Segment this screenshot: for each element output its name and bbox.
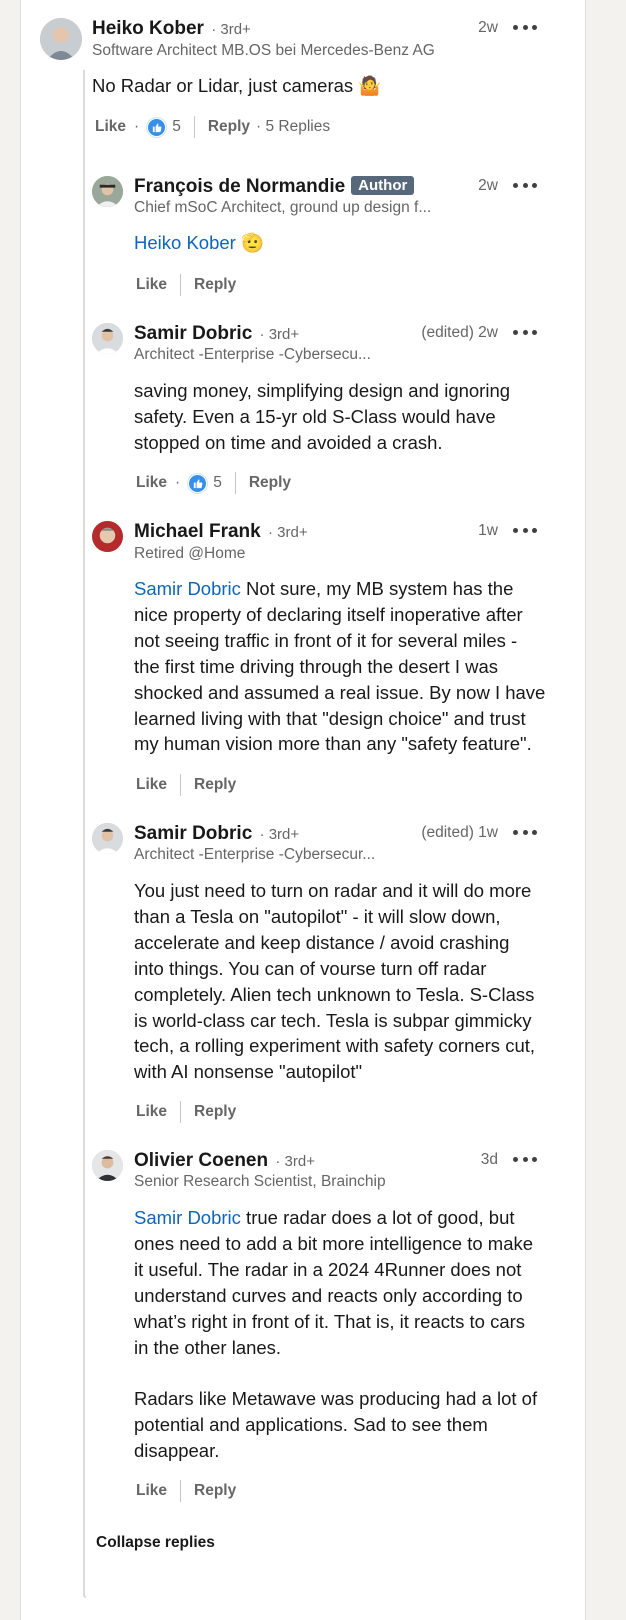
author-badge: Author [351, 176, 415, 195]
comment-body: saving money, simplifying design and ign… [134, 380, 511, 453]
reply-button[interactable]: Reply [208, 118, 250, 136]
replies-count[interactable]: · 5 Replies [256, 118, 330, 136]
like-button[interactable]: Like [136, 776, 167, 794]
comment-timestamp: 2w [478, 177, 498, 194]
connection-degree: · 3rd+ [211, 21, 251, 38]
avatar[interactable] [92, 521, 123, 552]
comment-actions: Like Reply [136, 773, 236, 797]
commenter-name[interactable]: Samir Dobric · 3rd+ [134, 823, 299, 845]
comment-timestamp: 1w [478, 522, 498, 539]
comment-actions: Like Reply [136, 273, 236, 297]
comment-timestamp: 3d [480, 1151, 498, 1168]
commenter-headline: Senior Research Scientist, Brainchip [134, 1173, 386, 1190]
comment-body: You just need to turn on radar and it wi… [134, 880, 536, 1083]
more-options-icon[interactable] [513, 523, 537, 537]
more-options-icon[interactable] [513, 1152, 537, 1166]
avatar[interactable] [92, 176, 123, 207]
avatar[interactable] [92, 1150, 123, 1181]
commenter-headline: Architect -Enterprise -Cybersecu... [134, 346, 371, 363]
thread-line [83, 70, 86, 1598]
like-button[interactable]: Like [136, 474, 167, 492]
reply-button[interactable]: Reply [194, 776, 236, 794]
connection-degree: · 3rd+ [268, 524, 308, 541]
like-button[interactable]: Like [136, 1103, 167, 1121]
like-button[interactable]: Like [95, 118, 126, 136]
collapse-replies-button[interactable]: Collapse replies [96, 1534, 215, 1552]
comment-actions: Like · 5 Reply · 5 Replies [95, 115, 330, 139]
reply-button[interactable]: Reply [194, 276, 236, 294]
commenter-name[interactable]: Samir Dobric · 3rd+ [134, 323, 299, 345]
comment-timestamp: (edited) 1w [421, 824, 498, 841]
mention-link[interactable]: Samir Dobric [134, 578, 241, 599]
commenter-name[interactable]: François de Normandie Author [134, 176, 415, 198]
reply-button[interactable]: Reply [194, 1482, 236, 1500]
avatar[interactable] [92, 823, 123, 854]
more-options-icon[interactable] [513, 825, 537, 839]
thumbs-up-icon[interactable] [188, 473, 208, 493]
comment-body: Heiko Kober 🫡 [134, 232, 264, 253]
commenter-name[interactable]: Michael Frank · 3rd+ [134, 521, 308, 543]
reaction-count[interactable]: 5 [172, 118, 181, 136]
like-button[interactable]: Like [136, 1482, 167, 1500]
comment-timestamp: 2w [478, 19, 498, 36]
comment-actions: Like Reply [136, 1479, 236, 1503]
comment-timestamp: (edited) 2w [421, 324, 498, 341]
thumbs-up-icon[interactable] [147, 117, 167, 137]
comment-actions: Like · 5 Reply [136, 471, 291, 495]
avatar[interactable] [40, 18, 82, 60]
comment-body: Samir Dobric true radar does a lot of go… [134, 1207, 538, 1462]
connection-degree: · 3rd+ [259, 826, 300, 843]
mention-link[interactable]: Heiko Kober [134, 232, 236, 253]
more-options-icon[interactable] [513, 325, 537, 339]
avatar[interactable] [92, 323, 123, 354]
commenter-name[interactable]: Heiko Kober · 3rd+ [92, 18, 251, 40]
comment-body: No Radar or Lidar, just cameras 🤷 [92, 75, 382, 96]
comment-actions: Like Reply [136, 1100, 236, 1124]
commenter-headline: Software Architect MB.OS bei Mercedes-Be… [92, 42, 435, 59]
reaction-count[interactable]: 5 [213, 474, 222, 492]
commenter-headline: Chief mSoC Architect, ground up design f… [134, 199, 432, 216]
connection-degree: · 3rd+ [259, 326, 300, 343]
like-button[interactable]: Like [136, 276, 167, 294]
commenter-headline: Architect -Enterprise -Cybersecur... [134, 846, 376, 863]
reply-button[interactable]: Reply [194, 1103, 236, 1121]
more-options-icon[interactable] [513, 178, 537, 192]
more-options-icon[interactable] [513, 20, 537, 34]
connection-degree: · 3rd+ [275, 1153, 315, 1170]
reply-button[interactable]: Reply [249, 474, 291, 492]
commenter-headline: Retired @Home [134, 545, 246, 562]
commenter-name[interactable]: Olivier Coenen · 3rd+ [134, 1150, 315, 1172]
comment-body: Samir Dobric Not sure, my MB system has … [134, 578, 546, 755]
mention-link[interactable]: Samir Dobric [134, 1207, 241, 1228]
